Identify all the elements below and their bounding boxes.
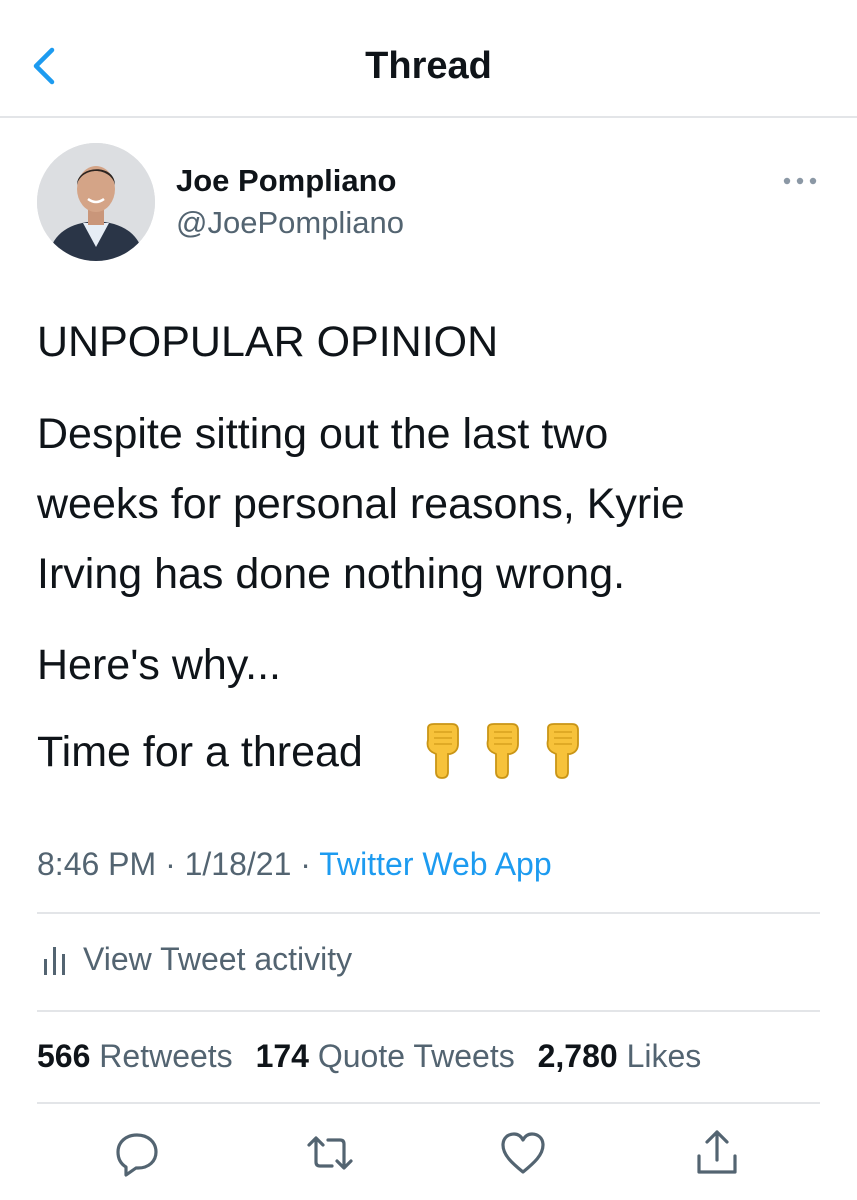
retweet-button[interactable] <box>305 1128 355 1178</box>
top-bar: Thread <box>0 0 857 118</box>
tweet-text-line: UNPOPULAR OPINION <box>37 318 499 366</box>
retweets-label: Retweets <box>99 1038 233 1074</box>
tweet-stats: 566 Retweets 174 Quote Tweets 2,780 Like… <box>37 1034 715 1078</box>
tweet-text-line: Irving has done nothing wrong. <box>37 550 626 598</box>
tweet-meta: 8:46 PM · 1/18/21 · Twitter Web App <box>37 842 552 886</box>
tweet-source-link[interactable]: Twitter Web App <box>319 846 551 882</box>
retweet-icon <box>307 1136 353 1170</box>
reply-button[interactable] <box>112 1128 162 1178</box>
share-icon <box>697 1130 737 1174</box>
page-title: Thread <box>365 45 492 87</box>
pointing-down-hand-icon <box>426 723 459 779</box>
meta-separator: · <box>300 846 311 882</box>
pointing-down-hand-icon <box>486 723 519 779</box>
bar-chart-icon <box>44 947 65 975</box>
tweet-time[interactable]: 8:46 PM <box>37 846 156 882</box>
tweet-text-line: weeks for personal reasons, Kyrie <box>37 480 685 528</box>
retweets-stat[interactable]: 566 Retweets <box>37 1038 233 1074</box>
divider <box>37 1102 820 1104</box>
emoji-row <box>422 722 602 782</box>
meta-separator: · <box>165 846 176 882</box>
like-button[interactable] <box>498 1128 548 1178</box>
author-handle[interactable]: @JoePompliano <box>176 204 404 242</box>
share-button[interactable] <box>692 1128 742 1178</box>
more-options-button[interactable] <box>779 166 821 196</box>
quote-tweets-count: 174 <box>255 1038 309 1074</box>
pointing-down-hand-icon <box>546 723 579 779</box>
author-name[interactable]: Joe Pompliano <box>176 162 396 200</box>
retweets-count: 566 <box>37 1038 91 1074</box>
more-dots-icon <box>783 177 817 185</box>
tweet-date[interactable]: 1/18/21 <box>185 846 292 882</box>
quote-tweets-stat[interactable]: 174 Quote Tweets <box>256 1038 515 1074</box>
divider <box>37 1010 820 1012</box>
likes-stat[interactable]: 2,780 Likes <box>538 1038 702 1074</box>
likes-label: Likes <box>626 1038 702 1074</box>
quote-tweets-label: Quote Tweets <box>317 1038 515 1074</box>
reply-icon <box>116 1133 158 1177</box>
view-tweet-activity-label: View Tweet activity <box>83 941 353 977</box>
likes-count: 2,780 <box>537 1038 618 1074</box>
avatar[interactable] <box>37 143 155 261</box>
tweet-text-line: Here's why... <box>37 641 281 689</box>
like-icon <box>501 1132 545 1174</box>
tweet-text-line: Time for a thread <box>37 728 363 776</box>
tweet-text-line: Despite sitting out the last two <box>37 410 609 458</box>
divider <box>37 912 820 914</box>
